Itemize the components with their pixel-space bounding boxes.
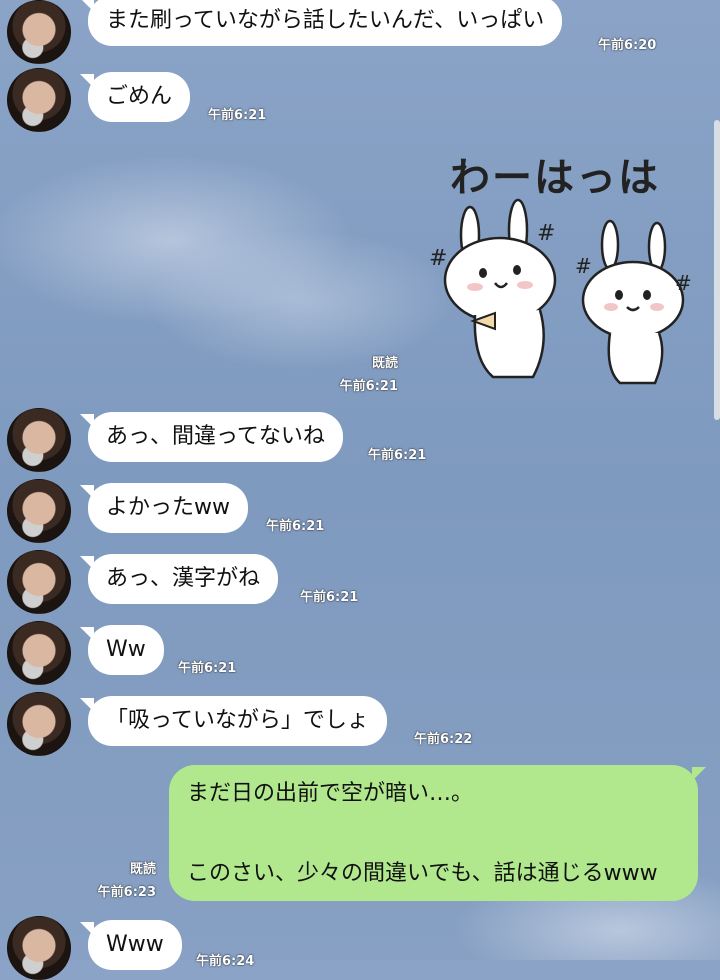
message-time: 午前6:21 [178, 661, 237, 676]
avatar[interactable] [7, 68, 71, 132]
avatar[interactable] [7, 479, 71, 543]
message-line: まだ日の出前で空が暗い…。 [187, 781, 474, 806]
rabbit-sticker-image: # # # # [429, 198, 692, 385]
message-bubble[interactable]: Ww [80, 625, 164, 675]
message-time: 午前6:22 [414, 732, 473, 747]
message-time: 午前6:23 [97, 885, 156, 900]
svg-text:#: # [537, 221, 555, 246]
message-bubble[interactable]: あっ、漢字がね [79, 554, 279, 604]
read-receipt: 既読 [371, 356, 398, 371]
avatar[interactable] [7, 550, 71, 614]
avatar[interactable] [7, 0, 71, 64]
avatar[interactable] [7, 692, 71, 756]
message-meta: 既読 午前6:21 [330, 352, 398, 394]
message-time: 午前6:21 [368, 448, 427, 463]
message-time: 午前6:21 [339, 379, 398, 394]
outgoing-message-bubble[interactable]: まだ日の出前で空が暗い…。 このさい、少々の間違いでも、話は通じるwww [169, 765, 706, 901]
svg-text:#: # [429, 246, 447, 271]
scrollbar[interactable] [714, 120, 720, 420]
message-time: 午前6:21 [300, 590, 359, 605]
svg-text:#: # [675, 271, 692, 295]
read-receipt: 既読 [129, 862, 156, 877]
avatar[interactable] [7, 621, 71, 685]
avatar[interactable] [7, 408, 71, 472]
message-time: 午前6:21 [208, 108, 267, 123]
message-bubble[interactable]: ごめん [79, 72, 191, 122]
message-bubble[interactable]: あっ、間違ってないね [80, 412, 343, 462]
message-bubble[interactable]: また刷っていながら話したいんだ、いっぱい [79, 0, 563, 46]
message-time: 午前6:20 [598, 38, 657, 53]
message-bubble[interactable]: よかったww [80, 483, 248, 533]
message-bubble[interactable]: Www [80, 920, 182, 970]
avatar[interactable] [7, 916, 71, 980]
message-line: このさい、少々の間違いでも、話は通じるwww [187, 861, 658, 886]
sticker-message[interactable]: わーはっは # # # # [415, 145, 700, 390]
message-bubble[interactable]: 「吸っていながら」でしょ [80, 696, 387, 746]
message-meta: 既読 午前6:23 [88, 858, 156, 900]
message-time: 午前6:21 [266, 519, 325, 534]
svg-text:#: # [575, 254, 592, 278]
